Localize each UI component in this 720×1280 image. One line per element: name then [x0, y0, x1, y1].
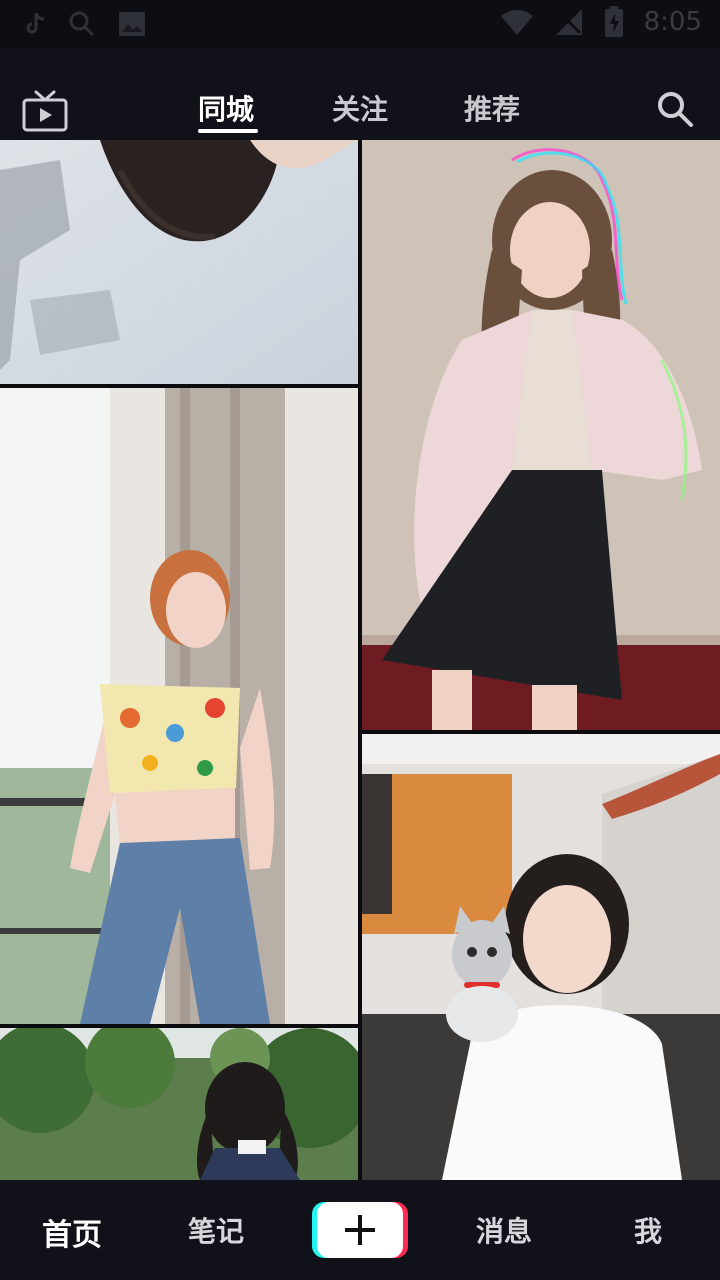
- video-thumbnail: [362, 140, 720, 730]
- plus-icon: [312, 1202, 408, 1258]
- search-icon[interactable]: [656, 90, 694, 128]
- video-card-3[interactable]: [0, 388, 358, 1024]
- nav-me[interactable]: 我: [634, 1210, 662, 1250]
- nav-messages[interactable]: 消息: [476, 1210, 532, 1250]
- nav-home[interactable]: 首页: [42, 1210, 102, 1254]
- image-notification-icon: [119, 12, 145, 36]
- nav-notes[interactable]: 笔记: [188, 1210, 244, 1250]
- wifi-icon: [500, 9, 533, 36]
- battery-charging-icon: [604, 6, 623, 37]
- top-navigation: 同城 关注 推荐: [0, 48, 720, 140]
- video-thumbnail: [0, 140, 358, 384]
- video-thumbnail: [0, 1028, 358, 1180]
- video-card-2[interactable]: [362, 140, 720, 730]
- no-signal-icon: [555, 9, 582, 35]
- tab-recommended[interactable]: 推荐: [464, 88, 520, 128]
- video-card-1[interactable]: [0, 140, 358, 384]
- clock: 8:05: [643, 7, 702, 37]
- video-thumbnail: [0, 388, 358, 1024]
- tab-local[interactable]: 同城: [198, 88, 254, 128]
- video-card-5[interactable]: [0, 1028, 358, 1180]
- active-tab-indicator: [198, 129, 258, 133]
- create-post-button[interactable]: [312, 1202, 408, 1258]
- status-bar: 8:05: [0, 0, 720, 48]
- bottom-navigation: 首页 笔记 消息 我: [0, 1180, 720, 1280]
- tab-following[interactable]: 关注: [332, 88, 388, 128]
- tiktok-notification-icon: [26, 12, 45, 34]
- tv-icon[interactable]: [22, 90, 68, 132]
- video-card-4[interactable]: [362, 734, 720, 1180]
- video-thumbnail: [362, 734, 720, 1180]
- video-feed: [0, 140, 720, 1180]
- search-notification-icon: [69, 11, 95, 37]
